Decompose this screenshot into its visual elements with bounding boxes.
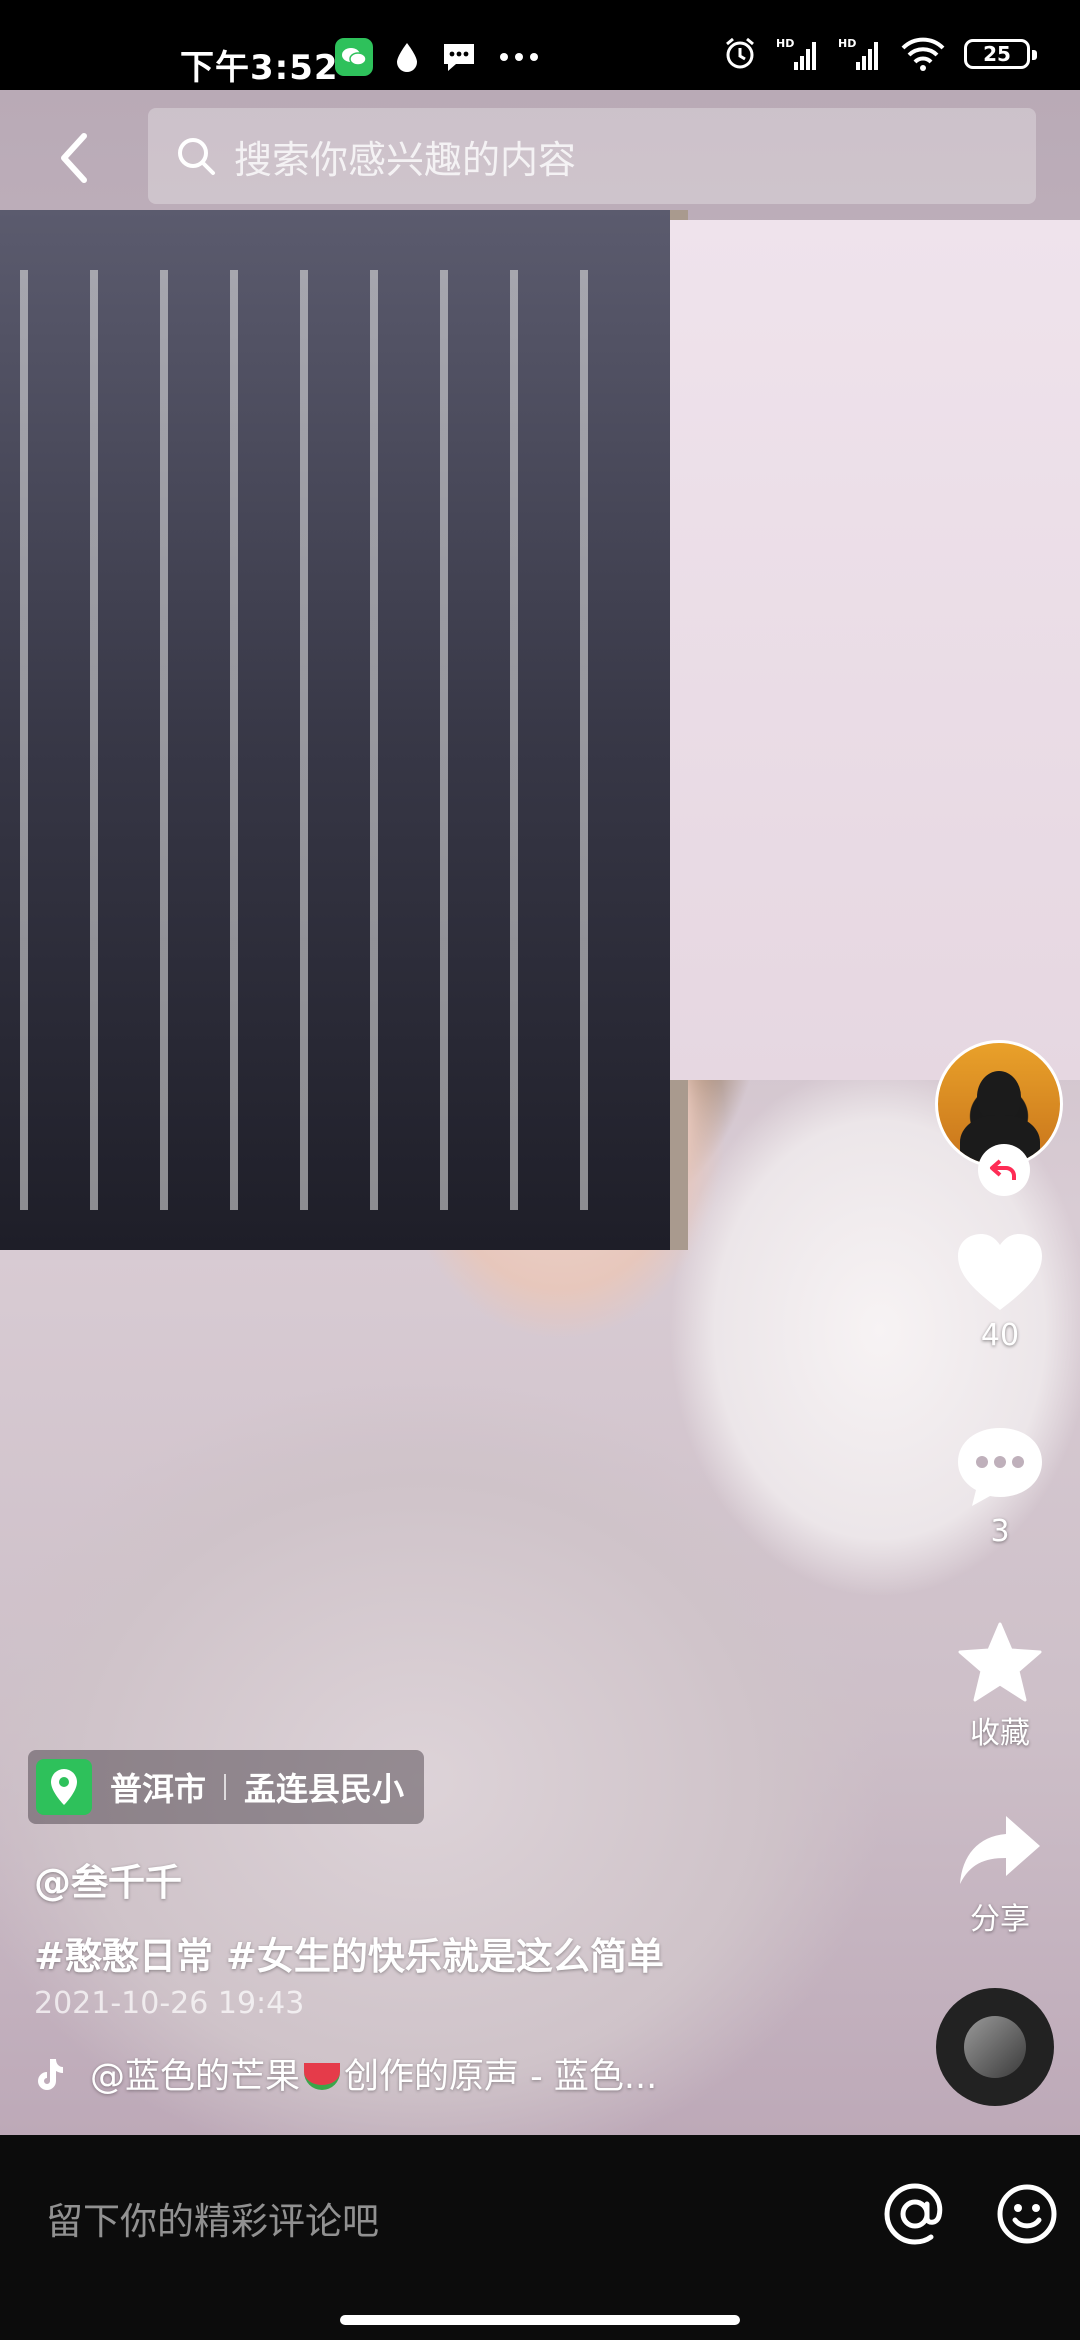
share-icon: [960, 1816, 1040, 1884]
follow-icon: [990, 1159, 1016, 1180]
like-count: 40: [980, 1318, 1020, 1353]
location-place: 孟连县民小: [244, 1770, 405, 1808]
music-title: @蓝色的芒果 创作的原声 - 蓝色...: [90, 2048, 657, 2099]
back-button[interactable]: [44, 118, 104, 198]
music-row[interactable]: @蓝色的芒果 创作的原声 - 蓝色...: [34, 2048, 657, 2099]
music-disc-cover: [964, 2016, 1026, 2078]
comment-button[interactable]: 3: [920, 1422, 1080, 1549]
drop-icon: [397, 43, 417, 72]
home-indicator[interactable]: [340, 2315, 740, 2325]
svg-text:HD: HD: [776, 37, 794, 50]
notification-icons: [335, 38, 539, 76]
location-divider: [224, 1774, 227, 1800]
emoji-icon: [997, 2184, 1057, 2244]
post-timestamp: 2021-10-26 19:43: [34, 1986, 305, 2021]
music-disc[interactable]: [936, 1988, 1054, 2106]
share-button[interactable]: 分享: [920, 1810, 1080, 1938]
search-placeholder: 搜索你感兴趣的内容: [234, 137, 577, 182]
message-icon: [444, 44, 474, 71]
tiktok-note-icon: [38, 2058, 63, 2090]
back-icon: [61, 133, 87, 183]
system-icons: HD HD 25: [722, 36, 1037, 72]
battery-indicator: 25: [964, 39, 1037, 69]
wifi-icon: [901, 37, 945, 71]
watermelon-emoji-icon: [304, 2062, 341, 2090]
video-detail-screen: 下午3:52 HD HD 25 搜索你感兴趣的内容 40 3 收藏 分享 普洱市…: [0, 0, 1080, 2340]
status-time: 下午3:52: [180, 48, 339, 88]
location-chip[interactable]: 普洱市 孟连县民小: [28, 1750, 425, 1824]
favorite-button[interactable]: 收藏: [920, 1620, 1080, 1752]
comment-input[interactable]: 留下你的精彩评论吧: [46, 2191, 379, 2245]
alarm-icon: [726, 37, 754, 69]
location-pin-icon: [36, 1759, 92, 1815]
author-avatar[interactable]: [935, 1040, 1063, 1196]
music-author: @蓝色的芒果: [90, 2057, 301, 2097]
svg-text:HD: HD: [838, 37, 856, 50]
location-city: 普洱市: [110, 1770, 207, 1808]
like-button[interactable]: 40: [920, 1230, 1080, 1353]
heart-icon: [958, 1234, 1042, 1310]
more-dots-icon: [500, 53, 538, 61]
status-bar: 下午3:52 HD HD 25: [0, 0, 1080, 90]
at-icon: [884, 2183, 943, 2245]
mention-button[interactable]: [880, 2179, 950, 2249]
emoji-button[interactable]: [992, 2179, 1062, 2249]
wechat-icon: [335, 38, 373, 76]
background-window: [0, 210, 688, 1250]
background-wall: [670, 220, 1080, 1080]
music-suffix: 创作的原声 - 蓝色...: [344, 2057, 658, 2097]
author-name[interactable]: @叁千千: [34, 1852, 182, 1906]
comment-count: 3: [990, 1514, 1010, 1549]
comment-icon: [958, 1428, 1042, 1506]
search-icon: [172, 132, 220, 180]
signal-2-icon: HD: [838, 37, 878, 70]
follow-button[interactable]: [978, 1144, 1030, 1196]
search-bar[interactable]: 搜索你感兴趣的内容: [148, 108, 1036, 204]
comment-bar: 留下你的精彩评论吧: [0, 2135, 1080, 2340]
star-icon: [958, 1622, 1042, 1702]
signal-1-icon: HD: [776, 37, 816, 70]
post-hashtags[interactable]: #憨憨日常 #女生的快乐就是这么简单: [34, 1926, 664, 1980]
favorite-label: 收藏: [970, 1716, 1030, 1751]
share-label: 分享: [970, 1902, 1030, 1937]
video-frame[interactable]: [0, 90, 1080, 2135]
